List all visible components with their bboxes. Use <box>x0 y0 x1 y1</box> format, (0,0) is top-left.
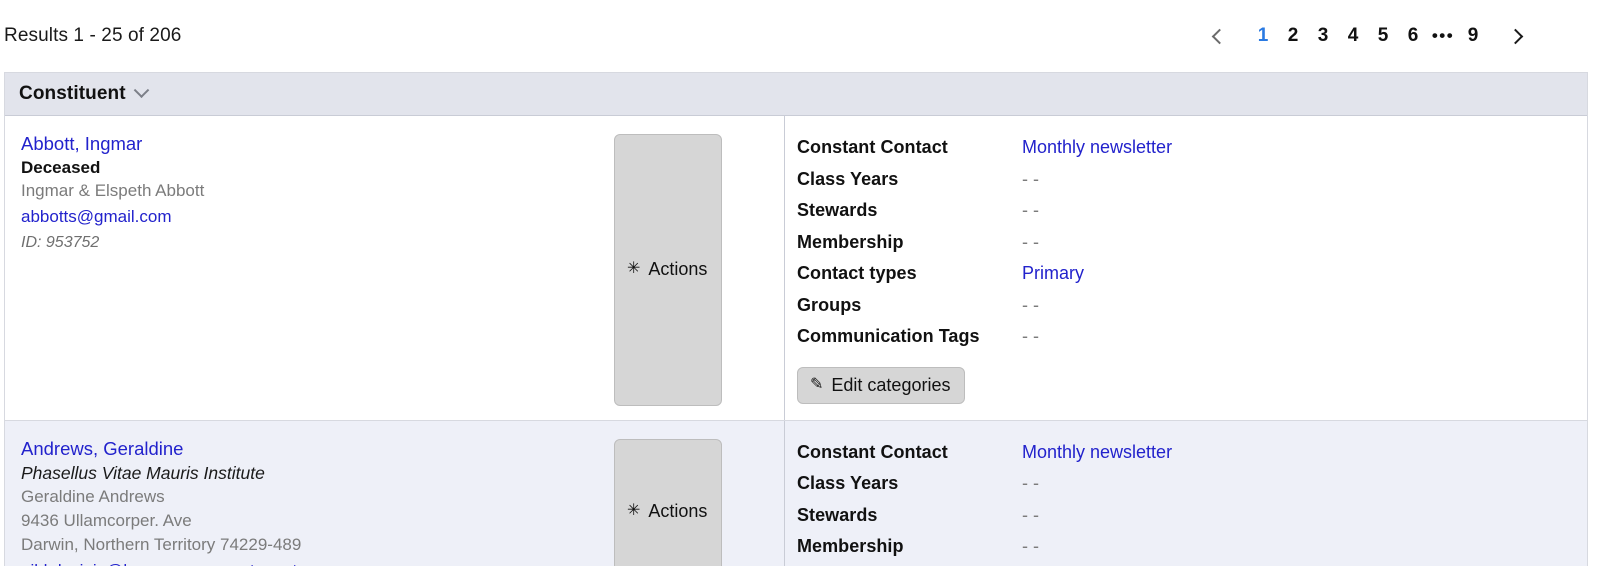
category-value: - - <box>1022 504 1039 525</box>
category-value: - - <box>1022 326 1039 346</box>
category-label: Class Years <box>797 473 899 493</box>
pagination-page-1[interactable]: 1 <box>1248 19 1278 53</box>
category-value: - - <box>1022 536 1039 556</box>
constituent-id: ID: 953752 <box>21 234 100 251</box>
edit-categories-wrap: ✎ Edit categories <box>797 366 1587 404</box>
constituent-categories-cell: Constant Contact Monthly newsletter Clas… <box>784 420 1587 566</box>
constituent-email-link[interactable]: nibh.lacinia@loremsemperauctor.net <box>21 557 614 566</box>
table-header-row: Constituent <box>5 73 1587 116</box>
actions-cell: ✳ Actions <box>614 437 784 566</box>
category-row: Constant Contact Monthly newsletter <box>797 132 1587 164</box>
constituent-organization: Phasellus Vitae Mauris Institute <box>21 462 265 483</box>
category-row: Communication Tags - - <box>797 321 1587 353</box>
category-label: Membership <box>797 231 904 252</box>
category-label: Constant Contact <box>797 441 948 462</box>
pencil-icon: ✎ <box>810 375 824 393</box>
chevron-down-icon[interactable] <box>133 81 149 98</box>
category-value[interactable]: Primary <box>1022 258 1084 290</box>
pagination-page-6[interactable]: 6 <box>1398 19 1428 53</box>
actions-cell: ✳ Actions <box>614 132 784 406</box>
category-row: Stewards - - <box>797 500 1587 532</box>
category-row: Constant Contact Monthly newsletter <box>797 437 1587 469</box>
category-label: Constant Contact <box>797 137 948 157</box>
chevron-left-icon <box>1211 28 1227 44</box>
constituent-address-line: 9436 Ullamcorper. Ave <box>21 510 192 530</box>
gear-icon: ✳ <box>627 260 641 278</box>
category-label: Communication Tags <box>797 326 980 346</box>
actions-button[interactable]: ✳ Actions <box>614 438 723 566</box>
category-row: Stewards - - <box>797 195 1587 227</box>
category-label: Stewards <box>797 504 878 525</box>
constituent-subline: Geraldine Andrews <box>21 486 165 506</box>
constituent-summary-cell: Abbott, Ingmar Deceased Ingmar & Elspeth… <box>5 116 784 420</box>
results-toolbar: Results 1 - 25 of 206 1 2 3 4 5 6 ••• 9 <box>0 0 1600 72</box>
category-row: Class Years - - <box>797 164 1587 196</box>
category-row: Groups - - <box>797 290 1587 322</box>
category-row: Membership - - <box>797 227 1587 259</box>
category-label: Contact types <box>797 263 917 283</box>
category-value[interactable]: Monthly newsletter <box>1022 437 1172 469</box>
pagination-next-button[interactable] <box>1498 19 1532 53</box>
pagination-prev-button[interactable] <box>1202 19 1236 53</box>
gear-icon: ✳ <box>627 502 641 519</box>
constituent-categories-cell: Constant Contact Monthly newsletter Clas… <box>784 116 1587 420</box>
constituent-table: Constituent Abbott, Ingmar Deceased Ingm… <box>4 72 1588 566</box>
constituent-name-link[interactable]: Andrews, Geraldine <box>21 437 614 461</box>
actions-button[interactable]: ✳ Actions <box>614 134 723 406</box>
category-label: Groups <box>797 294 862 315</box>
pagination-page-3[interactable]: 3 <box>1308 19 1338 53</box>
category-row: Contact types Primary <box>797 258 1587 290</box>
actions-button-label: Actions <box>648 259 708 280</box>
category-row: Class Years - - <box>797 468 1587 500</box>
pagination-page-4[interactable]: 4 <box>1338 19 1368 53</box>
category-row: Membership - - <box>797 531 1587 563</box>
constituent-address-city: Darwin, Northern Territory 74229-489 <box>21 534 302 554</box>
constituent-status: Deceased <box>21 158 101 177</box>
category-label: Stewards <box>797 200 878 220</box>
constituent-details: Abbott, Ingmar Deceased Ingmar & Elspeth… <box>21 132 614 406</box>
constituent-email-link[interactable]: abbotts@gmail.com <box>21 203 614 231</box>
category-label: Membership <box>797 536 904 556</box>
edit-categories-label: Edit categories <box>831 374 951 395</box>
category-value: - - <box>1022 168 1039 189</box>
constituent-name-link[interactable]: Abbott, Ingmar <box>21 132 614 156</box>
chevron-right-icon <box>1507 28 1523 44</box>
edit-categories-button[interactable]: ✎ Edit categories <box>797 366 966 404</box>
results-count: Results 1 - 25 of 206 <box>4 25 182 46</box>
pagination-page-9[interactable]: 9 <box>1458 19 1488 53</box>
table-row[interactable]: Andrews, Geraldine Phasellus Vitae Mauri… <box>5 420 1587 566</box>
category-label: Class Years <box>797 168 899 189</box>
pagination-ellipsis: ••• <box>1431 26 1455 45</box>
category-value: - - <box>1022 294 1039 315</box>
pagination-page-5[interactable]: 5 <box>1368 19 1398 53</box>
results-page: Results 1 - 25 of 206 1 2 3 4 5 6 ••• 9 … <box>0 0 1600 566</box>
constituent-subline: Ingmar & Elspeth Abbott <box>21 181 205 200</box>
constituent-details: Andrews, Geraldine Phasellus Vitae Mauri… <box>21 437 614 566</box>
table-row[interactable]: Abbott, Ingmar Deceased Ingmar & Elspeth… <box>5 116 1587 421</box>
constituent-summary-cell: Andrews, Geraldine Phasellus Vitae Mauri… <box>5 421 784 566</box>
category-value: - - <box>1022 473 1039 493</box>
pagination-page-2[interactable]: 2 <box>1278 19 1308 53</box>
category-value[interactable]: Monthly newsletter <box>1022 132 1172 164</box>
pagination: 1 2 3 4 5 6 ••• 9 <box>1202 19 1590 53</box>
actions-button-label: Actions <box>648 501 708 521</box>
category-value: - - <box>1022 231 1039 252</box>
category-value: - - <box>1022 200 1039 220</box>
column-header-constituent: Constituent <box>19 83 126 104</box>
